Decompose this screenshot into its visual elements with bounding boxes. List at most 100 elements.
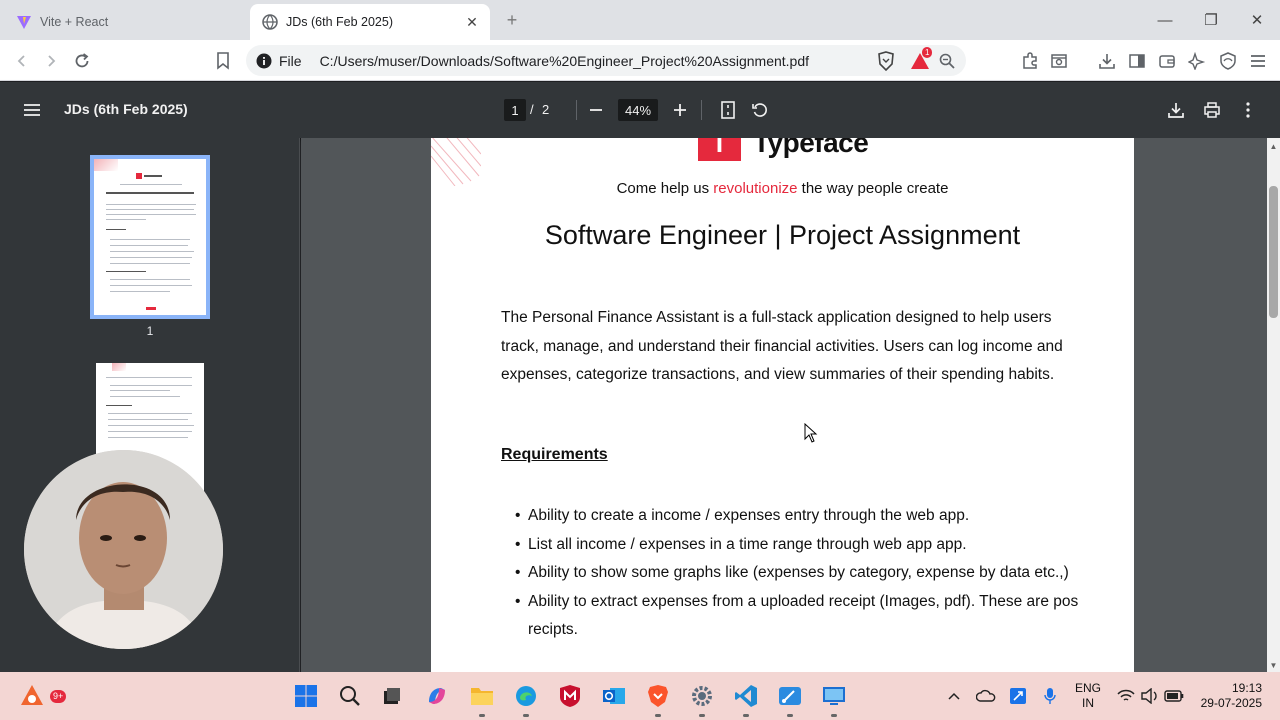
intro-paragraph: The Personal Finance Assistant is a full…: [501, 309, 1063, 383]
close-tab-icon[interactable]: ✕: [462, 12, 482, 32]
downloads-icon[interactable]: [1096, 50, 1118, 72]
tab-pdf[interactable]: JDs (6th Feb 2025) ✕: [250, 4, 490, 40]
thumbnail-line: [110, 245, 188, 246]
zoom-in-button[interactable]: [668, 98, 692, 122]
thumbnail-line: [110, 385, 192, 386]
language-indicator[interactable]: ENG IN: [1072, 681, 1104, 711]
tab-title: JDs (6th Feb 2025): [286, 15, 393, 29]
wifi-icon[interactable]: [1116, 686, 1136, 706]
thumbnail-line: [120, 184, 182, 185]
snipping-tool-icon[interactable]: [776, 682, 804, 710]
sidebar-toggle-icon[interactable]: [1126, 50, 1148, 72]
more-options-icon[interactable]: [1236, 98, 1260, 122]
reading-mode-icon[interactable]: [1048, 50, 1070, 72]
thumbnail-line: [106, 405, 132, 406]
thumbnail-line: [110, 239, 190, 240]
search-icon[interactable]: [336, 682, 364, 710]
remote-desktop-icon[interactable]: [820, 682, 848, 710]
forward-button[interactable]: [38, 48, 64, 74]
volume-icon[interactable]: [1140, 686, 1160, 706]
document-viewer[interactable]: T Typeface Come help us revolutionize th…: [301, 138, 1267, 672]
download-icon[interactable]: [1164, 98, 1188, 122]
extensions-icon[interactable]: [1019, 50, 1041, 72]
tab-vite-react[interactable]: Vite + React: [8, 4, 248, 40]
thumbnail-line: [108, 437, 188, 438]
clock-time: 19:13: [1231, 681, 1262, 695]
running-indicator: [743, 714, 749, 717]
zoom-level-input[interactable]: 44%: [618, 99, 658, 121]
document-heading: Software Engineer | Project Assignment: [544, 220, 1021, 250]
tagline-text: Come help us: [616, 180, 714, 197]
notification-badge: 9+: [50, 690, 67, 703]
battery-icon[interactable]: [1164, 686, 1184, 706]
thumbnail-line: [108, 413, 192, 414]
browser-menu-icon[interactable]: [1247, 50, 1269, 72]
back-button[interactable]: [9, 48, 35, 74]
brand-name: Typeface: [753, 138, 869, 158]
page-separator: /: [530, 102, 534, 117]
rotate-icon[interactable]: [748, 98, 772, 122]
task-view-icon[interactable]: [378, 682, 406, 710]
zoom-out-button[interactable]: [584, 98, 608, 122]
page-total: 2: [542, 102, 550, 117]
brave-rewards-icon[interactable]: 1: [909, 47, 933, 72]
thumbnail-line: [106, 214, 196, 215]
brave-shield-icon[interactable]: [875, 50, 897, 72]
webcam-person-image: [24, 450, 223, 649]
thumbnail-line: [144, 175, 162, 177]
requirements-list: Ability to create a income / expenses en…: [501, 502, 1081, 645]
windows-start-icon[interactable]: [292, 682, 320, 710]
vscode-icon[interactable]: [732, 682, 760, 710]
reload-button[interactable]: [69, 48, 95, 74]
scroll-down-arrow-icon[interactable]: ▼: [1267, 658, 1280, 672]
thumbnail-line: [110, 263, 190, 264]
copilot-icon[interactable]: [423, 682, 451, 710]
mcafee-icon[interactable]: [556, 682, 584, 710]
requirements-heading: Requirements: [501, 446, 608, 463]
minimize-button[interactable]: —: [1142, 0, 1188, 40]
new-tab-button[interactable]: +: [500, 8, 524, 32]
print-icon[interactable]: [1200, 98, 1224, 122]
scrollbar-thumb[interactable]: [1269, 186, 1278, 318]
tray-app-icon[interactable]: [1008, 686, 1028, 706]
wallet-icon[interactable]: [1156, 50, 1178, 72]
thumbnail-line: [106, 377, 192, 378]
running-indicator: [787, 714, 793, 717]
microphone-icon[interactable]: [1040, 686, 1060, 706]
brave-icon[interactable]: [644, 682, 672, 710]
running-indicator: [479, 714, 485, 717]
chevron-up-icon[interactable]: [944, 686, 964, 706]
vpn-icon[interactable]: [1217, 50, 1239, 72]
bookmark-icon[interactable]: [210, 48, 236, 74]
edge-icon[interactable]: [512, 682, 540, 710]
outlook-icon[interactable]: [600, 682, 628, 710]
widgets-icon[interactable]: 9+: [18, 682, 67, 710]
leo-ai-icon[interactable]: [1186, 50, 1208, 72]
site-info-icon[interactable]: [255, 52, 273, 70]
page-thumbnail-1[interactable]: [90, 155, 210, 319]
onedrive-icon[interactable]: [976, 686, 996, 706]
address-bar[interactable]: File C:/Users/muser/Downloads/Software%2…: [246, 45, 966, 76]
url-text[interactable]: C:/Users/muser/Downloads/Software%20Engi…: [320, 53, 934, 69]
sidebar-menu-icon[interactable]: [20, 98, 44, 122]
divider: [576, 100, 577, 120]
list-item: List all income / expenses in a time ran…: [501, 531, 1081, 560]
system-clock[interactable]: 19:13 29-07-2025: [1196, 681, 1262, 711]
thumbnail-line: [110, 396, 180, 397]
webcam-overlay: [24, 450, 223, 649]
page-number-input[interactable]: 1: [504, 99, 526, 121]
notification-badge: 1: [922, 47, 933, 58]
settings-icon[interactable]: [688, 682, 716, 710]
thumbnail-line: [110, 390, 170, 391]
thumbnail-line: [106, 192, 194, 194]
thumbnail-line: [110, 279, 190, 280]
scroll-up-arrow-icon[interactable]: ▲: [1267, 139, 1280, 153]
tagline-text: the way people create: [797, 180, 949, 197]
tab-strip: Vite + React JDs (6th Feb 2025) ✕ + — ❐ …: [0, 0, 1280, 40]
zoom-icon[interactable]: [934, 53, 960, 69]
file-explorer-icon[interactable]: [468, 682, 496, 710]
close-window-button[interactable]: ✕: [1234, 0, 1280, 40]
fit-page-icon[interactable]: [716, 98, 740, 122]
restore-button[interactable]: ❐: [1188, 0, 1234, 40]
thumbnail-line: [106, 209, 194, 210]
